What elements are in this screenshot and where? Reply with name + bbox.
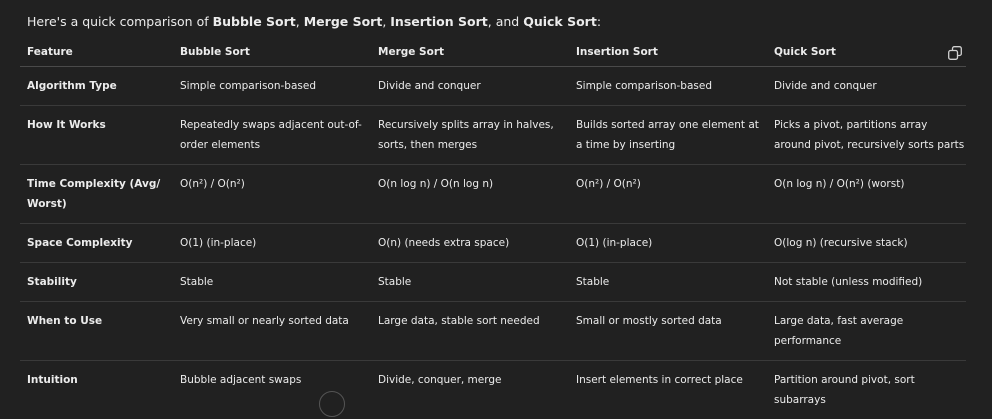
intro-suffix: :: [597, 14, 601, 29]
feature-cell: Stability: [20, 263, 173, 302]
table-cell: Picks a pivot, partitions array around p…: [767, 106, 966, 165]
column-header: Quick Sort: [767, 38, 966, 67]
intro-separator: , and: [488, 14, 523, 29]
feature-cell: Space Complexity: [20, 224, 173, 263]
table-cell: Divide, conquer, merge: [371, 361, 569, 419]
table-cell: Not stable (unless modified): [767, 263, 966, 302]
intro-text: Here's a quick comparison of Bubble Sort…: [27, 12, 967, 32]
feature-cell: When to Use: [20, 302, 173, 361]
table-header-row: Feature Bubble Sort Merge Sort Insertion…: [20, 38, 966, 67]
table-cell: Simple comparison-based: [173, 67, 371, 106]
table-row: Space Complexity O(1) (in-place) O(n) (n…: [20, 224, 966, 263]
intro-quick-sort: Quick Sort: [523, 14, 597, 29]
column-header: Bubble Sort: [173, 38, 371, 67]
table-cell: Partition around pivot, sort subarrays: [767, 361, 966, 419]
table-cell: Simple comparison-based: [569, 67, 767, 106]
table-row: How It Works Repeatedly swaps adjacent o…: [20, 106, 966, 165]
comparison-table: Feature Bubble Sort Merge Sort Insertion…: [20, 38, 966, 419]
table-cell: Divide and conquer: [767, 67, 966, 106]
table-cell: Recursively splits array in halves, sort…: [371, 106, 569, 165]
intro-bubble-sort: Bubble Sort: [213, 14, 296, 29]
intro-separator: ,: [296, 14, 304, 29]
table-cell: Large data, stable sort needed: [371, 302, 569, 361]
table-cell: Divide and conquer: [371, 67, 569, 106]
table-cell: Stable: [371, 263, 569, 302]
scroll-down-button[interactable]: [319, 391, 345, 417]
table-cell: Large data, fast average performance: [767, 302, 966, 361]
table-row: Intuition Bubble adjacent swaps Divide, …: [20, 361, 966, 419]
table-cell: Stable: [569, 263, 767, 302]
table-cell: Very small or nearly sorted data: [173, 302, 371, 361]
table-cell: O(1) (in-place): [569, 224, 767, 263]
table-cell: O(n) (needs extra space): [371, 224, 569, 263]
intro-insertion-sort: Insertion Sort: [390, 14, 487, 29]
table-cell: Builds sorted array one element at a tim…: [569, 106, 767, 165]
table-cell: O(n log n) / O(n log n): [371, 165, 569, 224]
feature-cell: How It Works: [20, 106, 173, 165]
table-cell: Stable: [173, 263, 371, 302]
feature-cell: Algorithm Type: [20, 67, 173, 106]
intro-merge-sort: Merge Sort: [304, 14, 383, 29]
intro-prefix: Here's a quick comparison of: [27, 14, 213, 29]
table-row: Algorithm Type Simple comparison-based D…: [20, 67, 966, 106]
column-header: Insertion Sort: [569, 38, 767, 67]
column-header: Merge Sort: [371, 38, 569, 67]
table-cell: O(n log n) / O(n²) (worst): [767, 165, 966, 224]
table-row: When to Use Very small or nearly sorted …: [20, 302, 966, 361]
column-header: Feature: [20, 38, 173, 67]
table-row: Stability Stable Stable Stable Not stabl…: [20, 263, 966, 302]
table-cell: O(n²) / O(n²): [173, 165, 371, 224]
table-cell: O(1) (in-place): [173, 224, 371, 263]
table-row: Time Complexity (Avg/ Worst) O(n²) / O(n…: [20, 165, 966, 224]
table-cell: O(n²) / O(n²): [569, 165, 767, 224]
table-cell: Repeatedly swaps adjacent out-of-order e…: [173, 106, 371, 165]
table-cell: Small or mostly sorted data: [569, 302, 767, 361]
table-cell: O(log n) (recursive stack): [767, 224, 966, 263]
feature-cell: Intuition: [20, 361, 173, 419]
feature-cell: Time Complexity (Avg/ Worst): [20, 165, 173, 224]
table-cell: Insert elements in correct place: [569, 361, 767, 419]
